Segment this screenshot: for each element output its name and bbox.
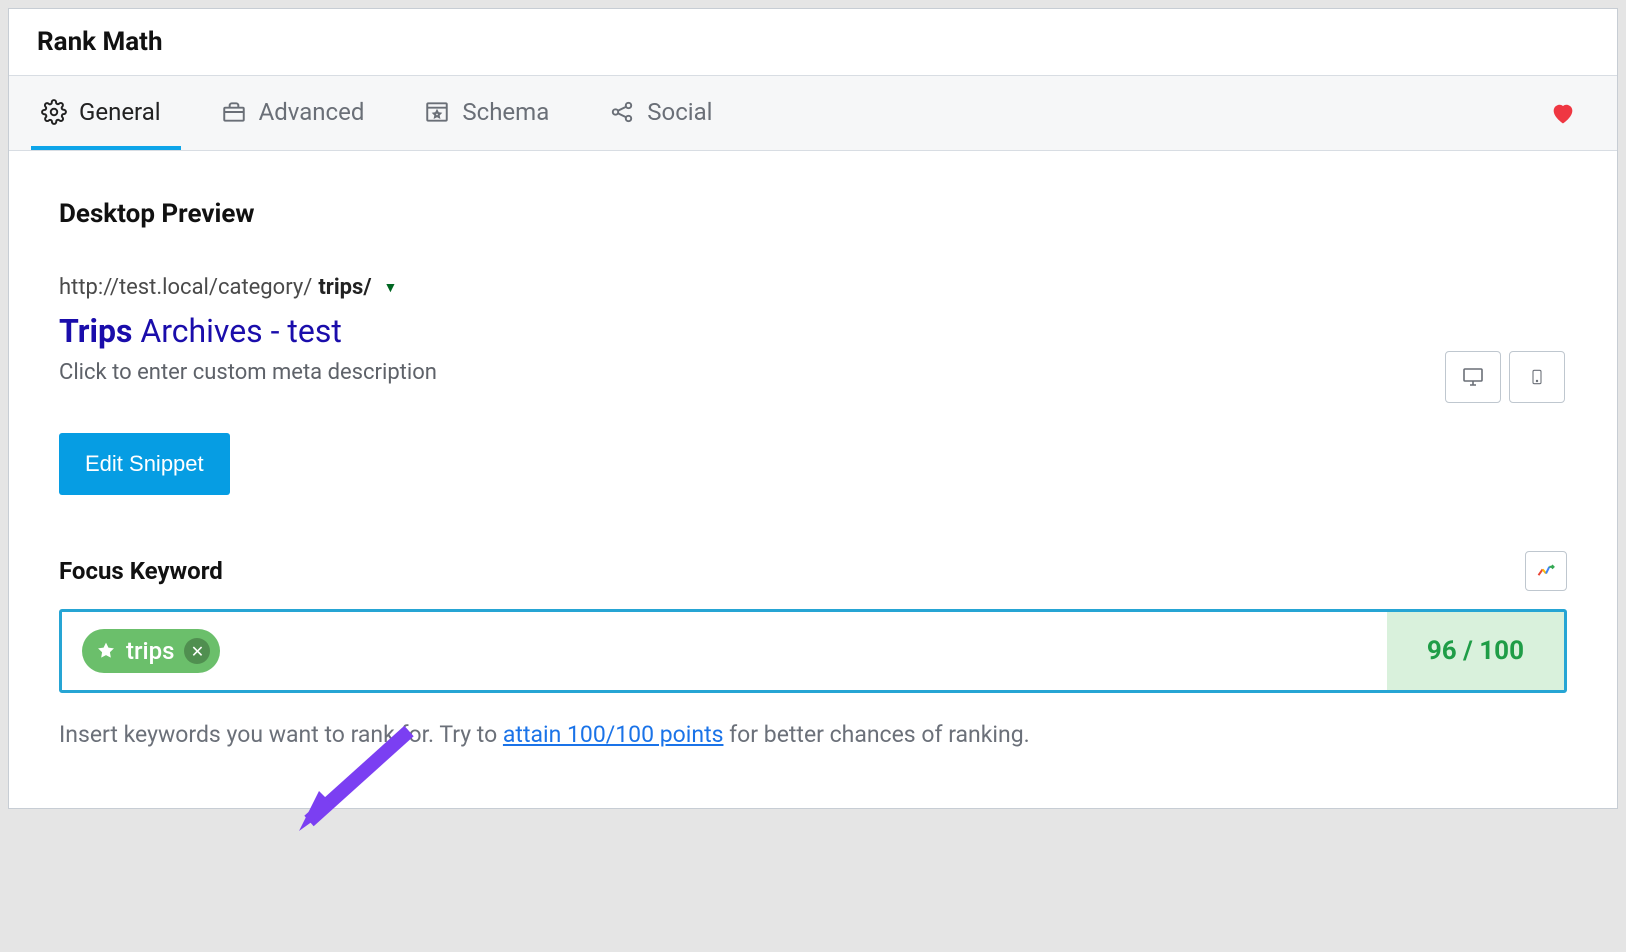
focus-keyword-help: Insert keywords you want to rank for. Tr… [59,721,1567,748]
mobile-preview-button[interactable] [1509,351,1565,403]
edit-snippet-button[interactable]: Edit Snippet [59,433,230,495]
keyword-chip-label: trips [126,637,174,665]
rank-math-panel: Rank Math General Advanced Schema Social [8,8,1618,809]
tab-schema[interactable]: Schema [414,76,569,150]
serp-url[interactable]: http://test.local/category/trips/ ▼ [59,275,1567,300]
content-area: Desktop Preview http://test.local/catego… [9,151,1617,808]
serp-description[interactable]: Click to enter custom meta description [59,360,1567,385]
serp-title-bold: Trips [59,312,132,350]
serp-title-rest: Archives - test [132,312,341,350]
focus-keyword-title: Focus Keyword [59,557,223,585]
gear-icon [41,99,67,125]
desktop-preview-button[interactable] [1445,351,1501,403]
attain-score-link[interactable]: attain 100/100 points [503,721,724,748]
focus-keyword-input[interactable]: trips ✕ 96 / 100 [59,609,1567,693]
panel-title: Rank Math [9,9,1617,76]
preview-section-title: Desktop Preview [59,199,1567,229]
device-toggle [1445,351,1565,403]
caret-down-icon: ▼ [384,279,398,296]
toolbox-icon [221,99,247,125]
tab-general[interactable]: General [31,76,181,150]
keyword-score: 96 / 100 [1387,612,1564,690]
serp-url-plain: http://test.local/category/ [59,275,312,300]
tab-advanced[interactable]: Advanced [211,76,385,150]
remove-keyword-icon[interactable]: ✕ [184,638,210,664]
star-icon [96,641,116,661]
share-icon [609,99,635,125]
serp-url-bold: trips/ [318,275,371,300]
keyword-input-area[interactable]: trips ✕ [62,612,1387,690]
favorite-icon[interactable] [1547,99,1579,127]
tab-label: Social [647,98,712,126]
tab-label: Schema [462,98,549,126]
tab-label: Advanced [259,98,365,126]
keyword-chip[interactable]: trips ✕ [82,629,220,673]
serp-title[interactable]: Trips Archives - test [59,312,1567,350]
keyword-trends-button[interactable] [1525,551,1567,591]
tab-social[interactable]: Social [599,76,732,150]
window-star-icon [424,99,450,125]
tab-bar: General Advanced Schema Social [9,76,1617,151]
tab-label: General [79,98,161,126]
